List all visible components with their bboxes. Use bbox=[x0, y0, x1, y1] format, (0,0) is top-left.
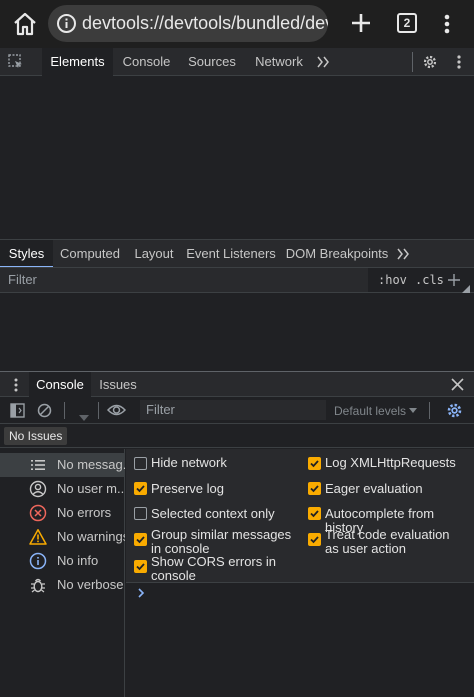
user-icon bbox=[29, 480, 47, 498]
log-levels-dropdown[interactable]: Default levels bbox=[334, 397, 418, 424]
browser-toolbar: devtools://devtools/bundled/devtc 2 bbox=[0, 0, 474, 48]
treat-code-evaluation-checkbox[interactable] bbox=[308, 533, 321, 546]
selected-context-only-checkbox[interactable] bbox=[134, 507, 147, 520]
console-sidebar: No messag... No user m... No errors No w… bbox=[0, 449, 125, 697]
sidebar-item-user-messages[interactable]: No user m... bbox=[0, 477, 125, 501]
console-settings-gear-icon[interactable] bbox=[446, 402, 463, 419]
styles-filter-input[interactable]: Filter bbox=[0, 268, 368, 292]
styles-filter-bar: Filter :hov .cls bbox=[0, 267, 474, 293]
tab-network[interactable]: Network bbox=[246, 48, 312, 76]
site-info-icon[interactable] bbox=[56, 13, 77, 34]
log-levels-label: Default levels bbox=[334, 403, 407, 418]
live-expression-eye-icon[interactable] bbox=[106, 403, 127, 417]
new-rule-menu-icon[interactable] bbox=[462, 280, 470, 293]
new-tab-icon[interactable] bbox=[347, 9, 375, 37]
group-similar-checkbox[interactable] bbox=[134, 533, 147, 546]
console-settings-panel: Hide network Preserve log Selected conte… bbox=[126, 449, 474, 583]
tab-switcher-button[interactable]: 2 bbox=[397, 13, 417, 33]
sidebar-item-verbose[interactable]: No verbose bbox=[0, 573, 125, 597]
more-options-icon[interactable] bbox=[437, 10, 457, 38]
drawer-tab-issues[interactable]: Issues bbox=[92, 372, 144, 397]
console-filter-placeholder: Filter bbox=[146, 402, 175, 417]
styles-pane-tabs: Styles Computed Layout Event Listeners D… bbox=[0, 239, 474, 268]
tab-dom-breakpoints[interactable]: DOM Breakpoints bbox=[282, 240, 392, 268]
show-cors-errors-checkbox[interactable] bbox=[134, 560, 147, 573]
hover-state-toggle[interactable]: :hov bbox=[378, 268, 407, 292]
customize-devtools-icon[interactable] bbox=[455, 54, 463, 70]
styles-filter-placeholder: Filter bbox=[8, 272, 37, 287]
tab-event-listeners[interactable]: Event Listeners bbox=[182, 240, 280, 268]
inspect-element-icon[interactable] bbox=[8, 54, 24, 70]
tab-console[interactable]: Console bbox=[114, 48, 179, 76]
sidebar-item-warnings[interactable]: No warnings bbox=[0, 525, 125, 549]
autocomplete-history-checkbox[interactable] bbox=[308, 507, 321, 520]
list-icon bbox=[29, 456, 47, 474]
more-tabs-chevron-icon[interactable] bbox=[396, 247, 410, 261]
toolbar-divider bbox=[98, 402, 99, 419]
drawer-tabs: Console Issues bbox=[0, 371, 474, 397]
tab-computed[interactable]: Computed bbox=[54, 240, 126, 268]
preserve-log-checkbox[interactable] bbox=[134, 482, 147, 495]
no-issues-badge[interactable]: No Issues bbox=[4, 427, 68, 445]
show-cors-errors-label: Show CORS errors in console bbox=[151, 554, 276, 583]
sidebar-item-info[interactable]: No info bbox=[0, 549, 125, 573]
console-prompt-chevron-icon[interactable] bbox=[136, 586, 148, 600]
sidebar-item-label: No messag... bbox=[57, 457, 125, 472]
chevron-down-icon bbox=[409, 408, 418, 413]
error-icon bbox=[29, 504, 47, 522]
drawer-tab-console[interactable]: Console bbox=[29, 372, 91, 397]
elements-panel bbox=[0, 76, 474, 238]
selected-context-only-label: Selected context only bbox=[151, 506, 275, 521]
tab-elements[interactable]: Elements bbox=[42, 48, 113, 76]
sidebar-toggle-icon[interactable] bbox=[10, 403, 25, 418]
clear-console-icon[interactable] bbox=[37, 403, 52, 418]
sidebar-item-label: No info bbox=[57, 553, 99, 568]
toolbar-divider bbox=[429, 402, 430, 419]
hide-network-label: Hide network bbox=[151, 455, 227, 470]
issues-bar bbox=[0, 424, 474, 448]
sidebar-item-label: No errors bbox=[57, 505, 112, 520]
address-bar[interactable]: devtools://devtools/bundled/devtc bbox=[48, 5, 328, 42]
log-xmlhttprequests-label: Log XMLHttpRequests bbox=[325, 455, 456, 470]
add-style-rule-icon[interactable] bbox=[447, 273, 461, 287]
hide-network-checkbox[interactable] bbox=[134, 457, 147, 470]
warning-icon bbox=[29, 528, 47, 546]
class-toggle[interactable]: .cls bbox=[415, 268, 444, 292]
sidebar-item-label: No warnings bbox=[57, 529, 125, 544]
preserve-log-label: Preserve log bbox=[151, 481, 224, 496]
url-text: devtools://devtools/bundled/devtc bbox=[82, 13, 328, 33]
more-tabs-chevron-icon[interactable] bbox=[316, 55, 330, 69]
eager-evaluation-label: Eager evaluation bbox=[325, 481, 423, 496]
log-xmlhttprequests-checkbox[interactable] bbox=[308, 457, 321, 470]
toolbar-divider bbox=[64, 402, 65, 419]
sidebar-item-label: No user m... bbox=[57, 481, 125, 496]
toolbar-divider bbox=[412, 52, 413, 72]
drawer-menu-icon[interactable] bbox=[12, 377, 20, 393]
sidebar-item-label: No verbose bbox=[57, 577, 124, 592]
console-toolbar: Filter Default levels bbox=[0, 397, 474, 424]
treat-code-evaluation-label: Treat code evaluation as user action bbox=[325, 527, 450, 556]
group-similar-label: Group similar messages in console bbox=[151, 527, 292, 556]
home-icon[interactable] bbox=[10, 10, 40, 38]
close-drawer-icon[interactable] bbox=[451, 378, 464, 391]
console-input[interactable] bbox=[152, 584, 472, 694]
devtools-main-tabs: Elements Console Sources Network bbox=[0, 48, 474, 76]
info-icon bbox=[29, 552, 47, 570]
styles-pane-body bbox=[0, 294, 474, 370]
eager-evaluation-checkbox[interactable] bbox=[308, 482, 321, 495]
context-dropdown-arrow-icon[interactable] bbox=[79, 408, 89, 421]
tab-styles[interactable]: Styles bbox=[0, 240, 53, 268]
tab-sources[interactable]: Sources bbox=[180, 48, 244, 76]
settings-gear-icon[interactable] bbox=[422, 54, 438, 70]
tab-layout[interactable]: Layout bbox=[128, 240, 180, 268]
console-filter-input[interactable]: Filter bbox=[140, 400, 326, 420]
sidebar-item-errors[interactable]: No errors bbox=[0, 501, 125, 525]
sidebar-item-messages[interactable]: No messag... bbox=[0, 453, 125, 477]
bug-icon bbox=[29, 576, 47, 594]
